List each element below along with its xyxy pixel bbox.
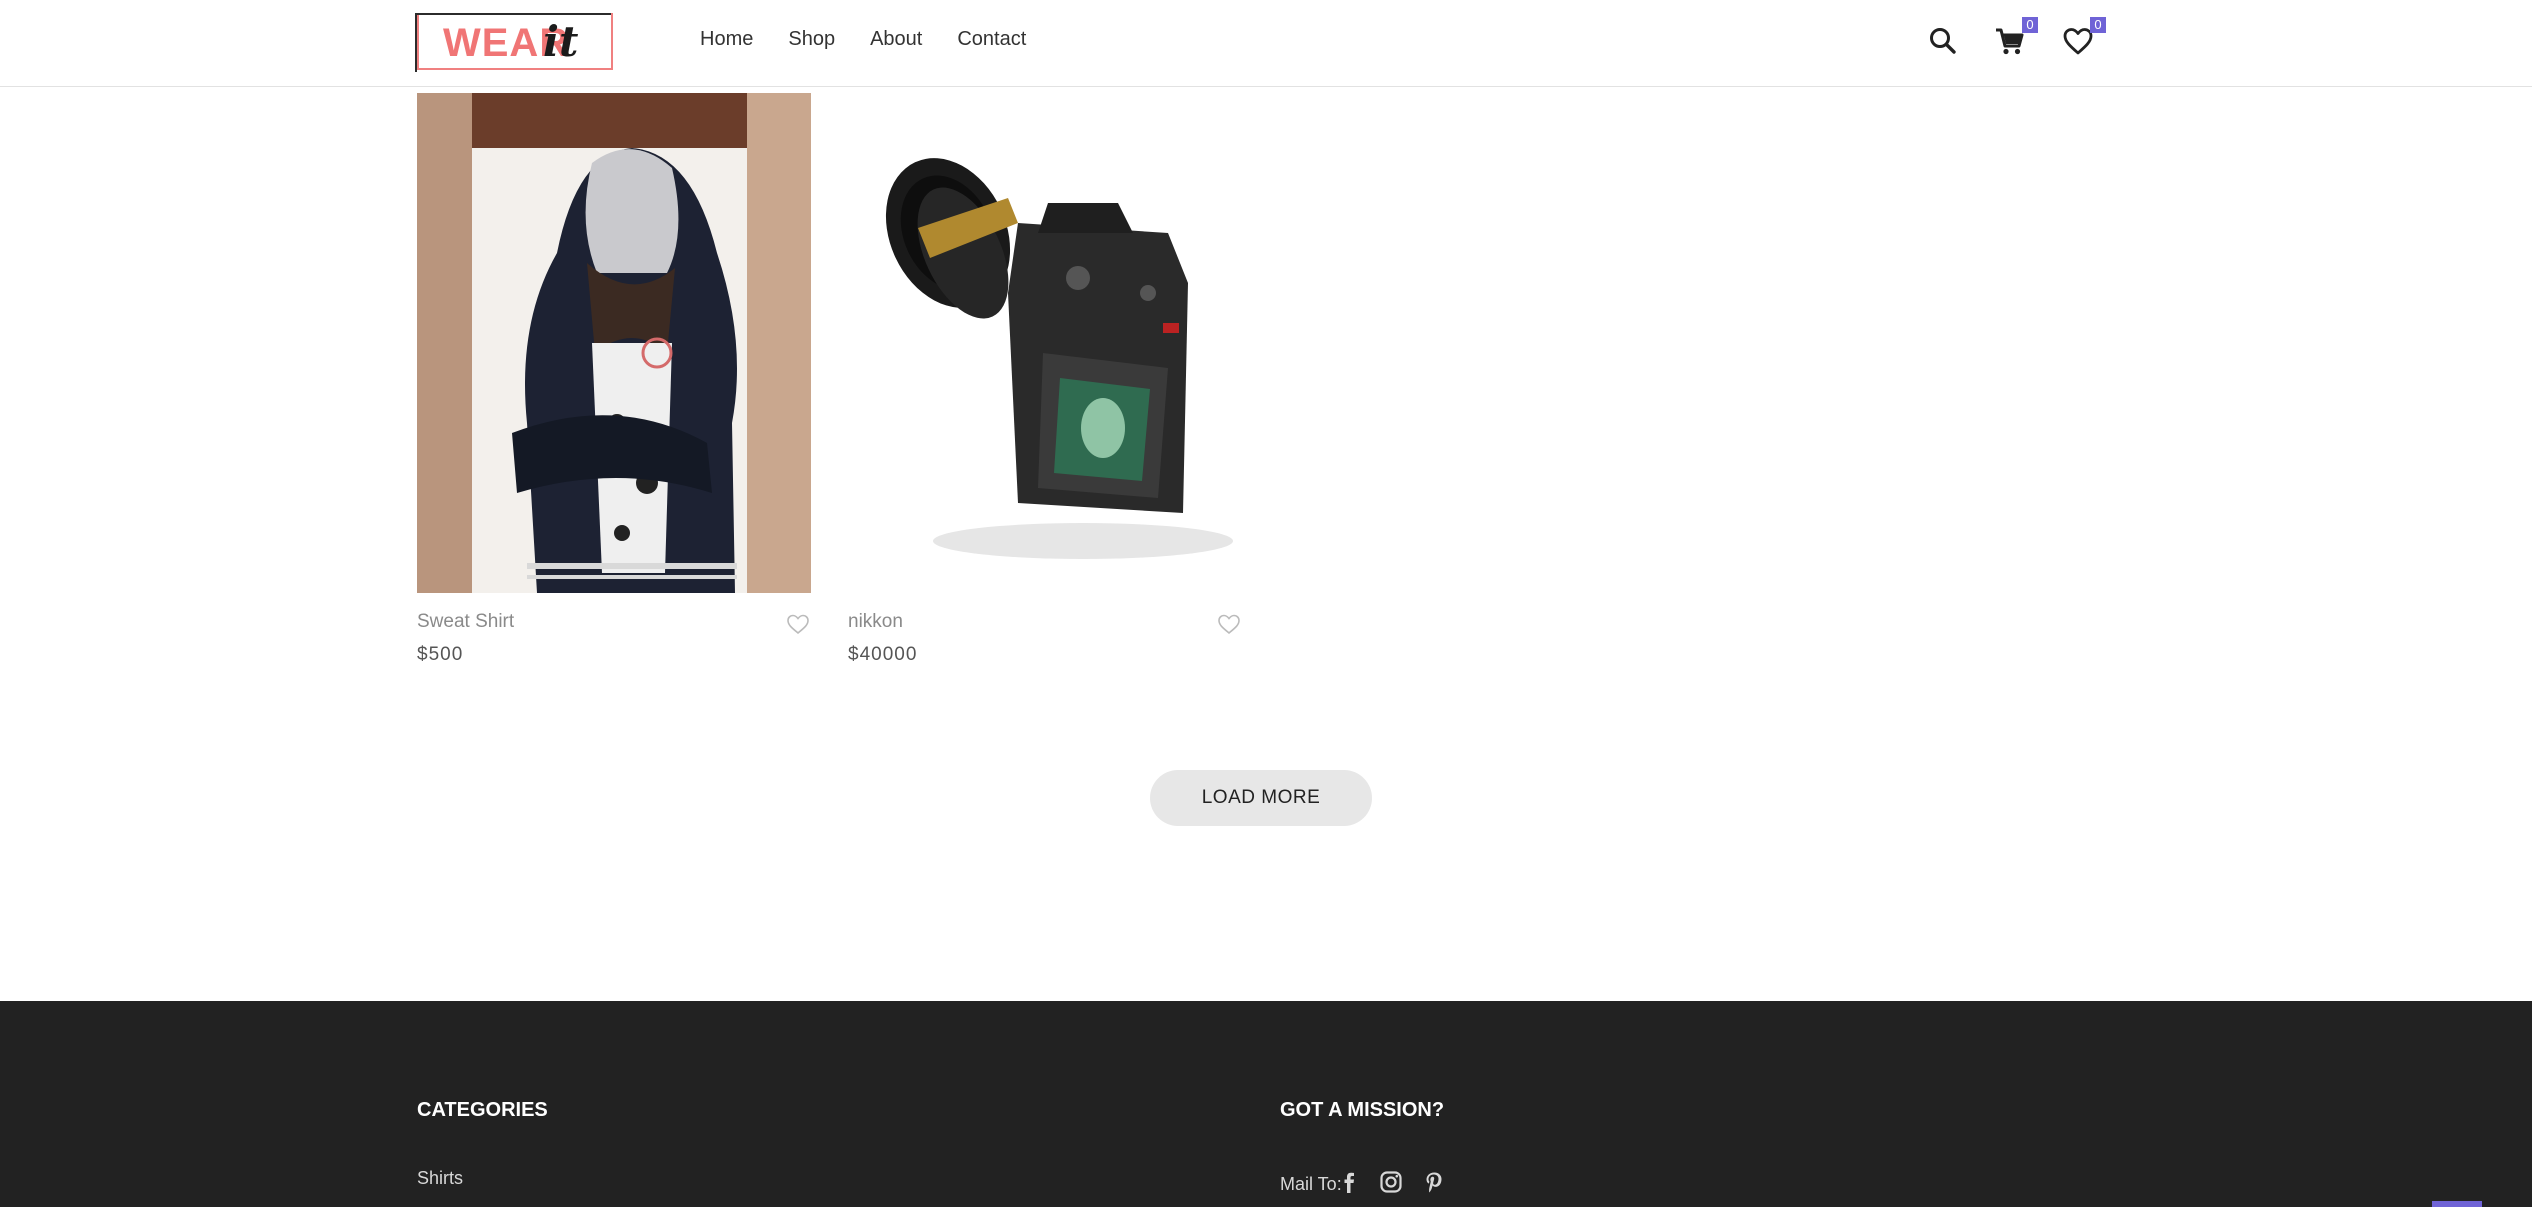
nav-home[interactable]: Home — [700, 28, 753, 51]
facebook-icon[interactable] — [1336, 1169, 1362, 1195]
pinterest-icon[interactable] — [1421, 1169, 1447, 1195]
mail-to-label: Mail To: — [1280, 1174, 1342, 1194]
site-header: WEAR it Home Shop About Contact 0 0 — [0, 0, 2532, 87]
product-name[interactable]: nikkon — [848, 611, 903, 633]
hooded-sweatshirt-photo — [417, 93, 811, 593]
wishlist-count-badge: 0 — [2090, 17, 2106, 33]
product-card[interactable]: Sweat Shirt $500 — [417, 93, 811, 665]
category-link-shirts[interactable]: Shirts — [417, 1168, 463, 1189]
product-image[interactable] — [848, 93, 1242, 593]
wishlist-heart-icon[interactable] — [1216, 611, 1242, 637]
mission-heading: GOT A MISSION? — [1280, 1099, 1445, 1121]
main-nav: Home Shop About Contact — [700, 28, 1061, 51]
wishlist-heart-icon[interactable] — [785, 611, 811, 637]
nav-about[interactable]: About — [870, 28, 922, 51]
logo-it-text: it — [543, 17, 579, 66]
scroll-to-top-button[interactable] — [2432, 1201, 2482, 1207]
cart-button[interactable]: 0 — [1993, 17, 2038, 58]
site-footer: CATEGORIES Shirts GOT A MISSION? Mail To… — [0, 1001, 2532, 1207]
cart-count-badge: 0 — [2022, 17, 2038, 33]
instagram-icon[interactable] — [1378, 1169, 1404, 1195]
product-image[interactable] — [417, 93, 811, 593]
product-name[interactable]: Sweat Shirt — [417, 611, 514, 633]
load-more-button[interactable]: LOAD MORE — [1150, 770, 1372, 826]
wishlist-button[interactable]: 0 — [2061, 17, 2106, 58]
product-price: $500 — [417, 644, 464, 665]
site-logo[interactable]: WEAR it — [415, 13, 613, 72]
dslr-camera-photo — [848, 93, 1242, 593]
nav-contact[interactable]: Contact — [957, 28, 1026, 51]
categories-heading: CATEGORIES — [417, 1099, 548, 1121]
product-price: $40000 — [848, 644, 918, 665]
product-card[interactable]: nikkon $40000 — [848, 93, 1242, 665]
search-icon[interactable] — [1926, 24, 1960, 58]
nav-shop[interactable]: Shop — [788, 28, 835, 51]
